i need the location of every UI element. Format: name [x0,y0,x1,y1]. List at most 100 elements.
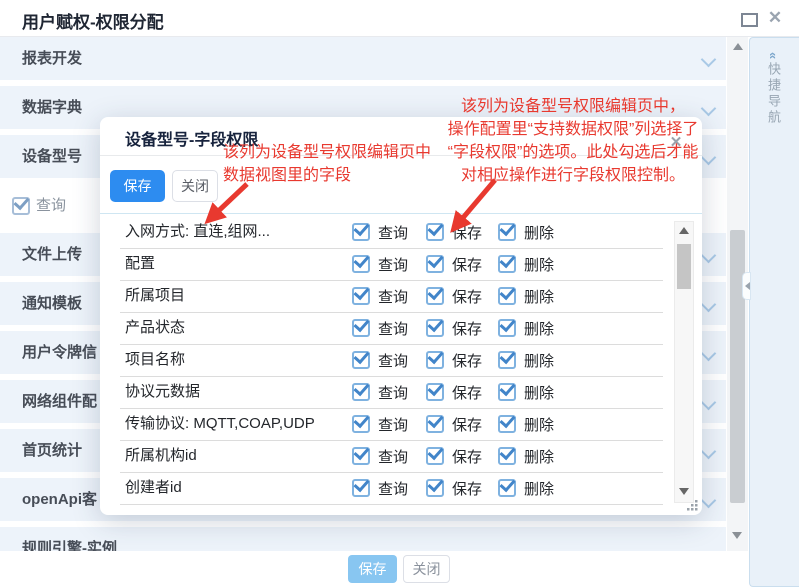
scroll-up-icon[interactable] [733,43,743,50]
save-button[interactable]: 保存 [348,555,397,583]
query-label: 查询 [378,318,408,339]
query-permission-checkbox[interactable] [352,287,370,305]
query-permission-checkbox[interactable] [352,383,370,401]
sidebar-item-report-dev[interactable]: 报表开发 [0,37,726,80]
chevron-down-icon[interactable] [701,395,717,411]
field-name: 入网方式: 直连,组网... [125,217,270,247]
annotation-line: 数据视图里的字段 [223,164,431,187]
chevron-down-icon[interactable] [701,444,717,460]
modal-close-button[interactable]: 关闭 [172,170,218,202]
delete-label: 删除 [524,414,554,435]
save-permission-checkbox[interactable] [426,319,444,337]
query-permission-checkbox[interactable] [352,319,370,337]
save-permission-checkbox[interactable] [426,223,444,241]
annotation-left: 该列为设备型号权限编辑页中 数据视图里的字段 [223,141,431,187]
delete-label: 删除 [524,222,554,243]
query-label: 查询 [378,254,408,275]
delete-label: 删除 [524,254,554,275]
resize-grip-icon[interactable] [683,496,699,512]
arrow-left-icon [745,282,750,290]
delete-permission-checkbox[interactable] [498,479,516,497]
table-row: 所属机构id 查询 保存 删除 [120,441,663,473]
close-window-icon[interactable]: ✕ [765,6,785,30]
save-permission-checkbox[interactable] [426,383,444,401]
page-footer: 保存 关闭 [0,551,748,587]
close-button[interactable]: 关闭 [403,555,450,583]
sidebar-item-label: 数据字典 [22,86,82,129]
query-permission-checkbox[interactable] [352,351,370,369]
scroll-up-icon[interactable] [679,227,689,234]
modal-save-button[interactable]: 保存 [110,170,165,202]
query-permission-checkbox[interactable] [352,255,370,273]
app-window: 用户赋权-权限分配 ✕ 报表开发 数据字典 设备型号 查询 文件上传 通知模板 … [0,0,799,587]
delete-permission-checkbox[interactable] [498,223,516,241]
delete-permission-checkbox[interactable] [498,415,516,433]
page-title: 用户赋权-权限分配 [22,8,164,33]
chevron-down-icon[interactable] [701,297,717,313]
table-row: 项目名称 查询 保存 删除 [120,345,663,377]
query-label: 查询 [378,414,408,435]
field-name: 配置 [125,249,155,279]
query-checkbox-checked[interactable] [12,197,30,215]
annotation-line: 对相应操作进行字段权限控制。 [433,164,713,187]
query-permission-checkbox[interactable] [352,415,370,433]
chevron-down-icon[interactable] [701,52,717,68]
query-permission-checkbox[interactable] [352,447,370,465]
field-name: 传输协议: MQTT,COAP,UDP [125,409,315,439]
save-permission-checkbox[interactable] [426,479,444,497]
save-label: 保存 [452,478,482,499]
sidebar-item-label: 首页统计 [22,429,82,472]
scroll-down-icon[interactable] [679,488,689,495]
query-label: 查询 [378,478,408,499]
query-permission-checkbox[interactable] [352,479,370,497]
save-label: 保存 [452,414,482,435]
modal-scrollbar[interactable] [674,221,694,503]
field-permission-table: 入网方式: 直连,组网... 查询 保存 删除 配置 查询 保存 删除 所属项目… [100,217,702,505]
delete-label: 删除 [524,446,554,467]
save-permission-checkbox[interactable] [426,255,444,273]
save-permission-checkbox[interactable] [426,287,444,305]
query-permission-checkbox[interactable] [352,223,370,241]
query-label: 查询 [378,382,408,403]
quick-nav-text: 快捷导航 [766,62,781,126]
table-row: 配置 查询 保存 删除 [120,249,663,281]
save-label: 保存 [452,318,482,339]
chevron-down-icon[interactable] [701,346,717,362]
delete-permission-checkbox[interactable] [498,255,516,273]
delete-permission-checkbox[interactable] [498,287,516,305]
sidebar-item-label: openApi客 [22,478,97,521]
field-name: 所属机构id [125,441,197,471]
save-label: 保存 [452,222,482,243]
annotation-right: 该列为设备型号权限编辑页中， 操作配置里“支持数据权限”列选择了 “字段权限”的… [433,95,713,187]
delete-label: 删除 [524,478,554,499]
field-name: 创建者id [125,473,182,503]
query-label: 查询 [378,222,408,243]
scrollbar-thumb[interactable] [677,244,691,289]
sidebar-item-label: 用户令牌信 [22,331,97,374]
quick-nav-panel[interactable]: «快捷导航 [749,37,799,587]
field-name: 产品状态 [125,313,185,343]
save-label: 保存 [452,350,482,371]
collapse-left-icon[interactable]: « [766,52,781,62]
delete-permission-checkbox[interactable] [498,383,516,401]
sidebar-item-label: 设备型号 [22,135,82,178]
table-row: 创建者id 查询 保存 删除 [120,473,663,505]
field-name: 项目名称 [125,345,185,375]
scroll-down-icon[interactable] [732,532,742,539]
maximize-icon[interactable] [741,13,758,27]
sidebar-item-label: 文件上传 [22,233,82,276]
save-permission-checkbox[interactable] [426,351,444,369]
save-permission-checkbox[interactable] [426,415,444,433]
chevron-down-icon[interactable] [701,493,717,509]
scrollbar-thumb[interactable] [730,230,745,503]
delete-permission-checkbox[interactable] [498,447,516,465]
delete-permission-checkbox[interactable] [498,319,516,337]
sidebar-item-label: 网络组件配 [22,380,97,423]
delete-permission-checkbox[interactable] [498,351,516,369]
delete-label: 删除 [524,318,554,339]
quick-nav-collapse-handle[interactable] [742,272,751,300]
chevron-down-icon[interactable] [701,248,717,264]
save-permission-checkbox[interactable] [426,447,444,465]
table-row: 协议元数据 查询 保存 删除 [120,377,663,409]
sidebar-item-label: 报表开发 [22,37,82,80]
